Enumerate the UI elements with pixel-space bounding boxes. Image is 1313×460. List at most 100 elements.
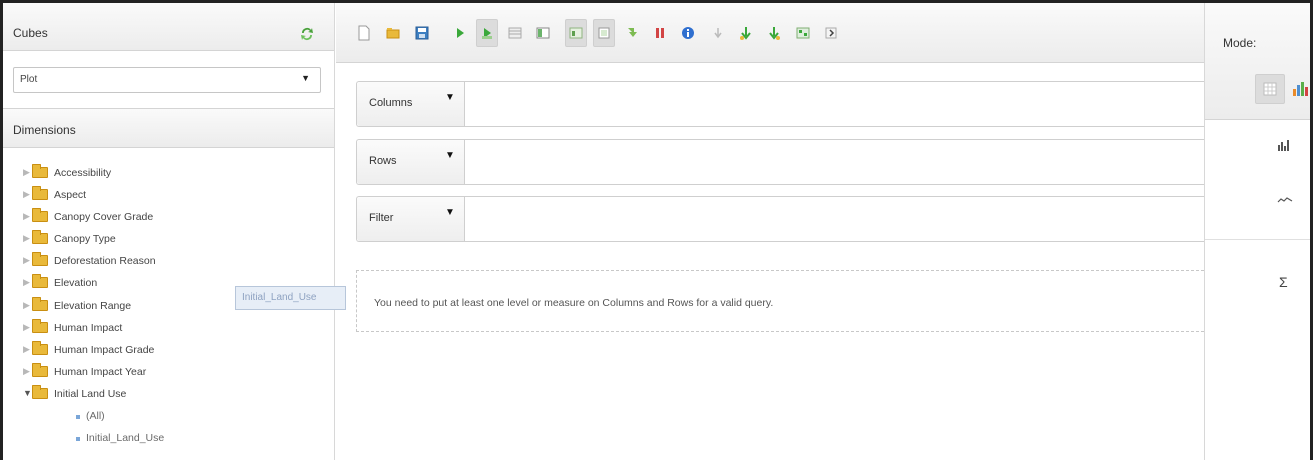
- auto-run-icon[interactable]: [476, 19, 498, 47]
- tree-item[interactable]: ▶ Human Impact Year: [3, 362, 334, 384]
- expand-arrow-icon[interactable]: ▶: [23, 366, 31, 376]
- folder-open-icon: [32, 384, 48, 399]
- table-mode-icon[interactable]: [1255, 74, 1285, 104]
- swap-axes-icon[interactable]: [621, 19, 643, 47]
- chevron-down-icon: ▼: [301, 73, 310, 83]
- run-icon[interactable]: [449, 19, 471, 47]
- toggle-fields-icon[interactable]: [504, 19, 526, 47]
- rows-label: Rows: [369, 155, 397, 167]
- tree-item[interactable]: ▶ Canopy Type: [3, 229, 334, 251]
- folder-icon: [32, 186, 48, 201]
- expand-arrow-icon[interactable]: ▶: [23, 344, 31, 354]
- columns-axis-label[interactable]: Columns ▼: [357, 82, 465, 126]
- line-chart-icon[interactable]: [1277, 195, 1293, 208]
- cube-select[interactable]: Plot ▼: [13, 67, 321, 93]
- tree-item-label: Deforestation Reason: [54, 255, 156, 268]
- refresh-cubes-icon[interactable]: [299, 26, 313, 41]
- level-bullet-icon: [76, 415, 80, 420]
- save-query-icon[interactable]: [411, 19, 433, 47]
- drag-ghost[interactable]: Initial_Land_Use: [235, 286, 346, 310]
- tree-item-label: Elevation: [54, 277, 98, 290]
- mdx-icon[interactable]: [565, 19, 587, 47]
- info-icon[interactable]: [677, 19, 699, 47]
- new-query-icon[interactable]: [353, 19, 375, 47]
- bar-chart-icon[interactable]: [1277, 139, 1291, 154]
- tree-item-label: Human Impact: [54, 321, 123, 334]
- cubes-header: Cubes: [3, 3, 334, 51]
- expand-arrow-icon[interactable]: ▶: [23, 233, 31, 243]
- non-empty-icon[interactable]: [593, 19, 615, 47]
- mode-panel: Mode: Σ: [1204, 3, 1310, 460]
- expand-arrow-icon[interactable]: ▶: [23, 322, 31, 332]
- query-area: Columns ▼ Rows ▼ Filter ▼ You need to pu…: [336, 64, 1204, 460]
- dimensions-title: Dimensions: [13, 123, 76, 137]
- tree-item-expanded[interactable]: ▼ Initial Land Use: [3, 384, 334, 406]
- folder-icon: [32, 164, 48, 178]
- results-dropzone[interactable]: You need to put at least one level or me…: [356, 270, 1204, 332]
- folder-icon: [32, 252, 48, 267]
- tree-item-label: Human Impact Grade: [54, 343, 155, 356]
- collapse-arrow-icon[interactable]: ▼: [23, 388, 32, 398]
- tree-item-label: Initial Land Use: [54, 387, 127, 400]
- tree-item-label: Human Impact Year: [54, 365, 147, 378]
- drill-across-icon[interactable]: [763, 19, 785, 47]
- tree-item[interactable]: ▶ Human Impact: [3, 318, 334, 340]
- chevron-down-icon[interactable]: ▼: [445, 207, 455, 218]
- filter-axis[interactable]: Filter ▼: [356, 196, 1204, 242]
- drill-through-icon[interactable]: [792, 19, 814, 47]
- rows-axis-label[interactable]: Rows ▼: [357, 140, 465, 184]
- left-panel: Cubes Plot ▼ Dimensions ▶ Accessibility ▶…: [3, 3, 335, 460]
- folder-icon: [32, 230, 48, 245]
- divider: [1205, 239, 1310, 240]
- folder-icon: [32, 340, 48, 355]
- rows-axis[interactable]: Rows ▼: [356, 139, 1204, 185]
- cube-select-value: Plot: [20, 74, 38, 85]
- chevron-down-icon[interactable]: ▼: [445, 92, 455, 103]
- open-query-icon[interactable]: [382, 19, 404, 47]
- tree-item-label: Aspect: [54, 189, 87, 202]
- tree-item-label: Elevation Range: [54, 299, 132, 312]
- expand-arrow-icon[interactable]: ▶: [23, 300, 31, 310]
- folder-icon: [32, 208, 48, 223]
- cubes-title: Cubes: [13, 26, 48, 40]
- dimensions-header: Dimensions: [3, 108, 334, 148]
- hide-parents-icon[interactable]: [707, 19, 729, 47]
- tree-item[interactable]: ▶ Canopy Cover Grade: [3, 207, 334, 229]
- folder-icon: [32, 296, 48, 311]
- columns-label: Columns: [369, 97, 413, 109]
- show-parents-icon[interactable]: [649, 19, 671, 47]
- level-bullet-icon: [76, 437, 80, 442]
- filter-axis-label[interactable]: Filter ▼: [357, 197, 465, 241]
- expand-arrow-icon[interactable]: ▶: [23, 255, 31, 265]
- tree-item[interactable]: ▶ Accessibility: [3, 163, 334, 185]
- tree-item[interactable]: ▶ Aspect: [3, 185, 334, 207]
- mode-title: Mode:: [1223, 36, 1257, 50]
- tree-level-label: Initial_Land_Use: [86, 432, 165, 445]
- columns-axis[interactable]: Columns ▼: [356, 81, 1204, 127]
- tree-level-label: (All): [86, 410, 105, 423]
- chart-mode-icon[interactable]: [1285, 74, 1313, 104]
- chevron-down-icon[interactable]: ▼: [445, 150, 455, 161]
- tree-item-label: Canopy Type: [54, 233, 116, 246]
- folder-icon: [32, 318, 48, 333]
- drill-down-icon[interactable]: [735, 19, 757, 47]
- folder-icon: [32, 274, 48, 289]
- tree-item-label: Accessibility: [54, 167, 112, 179]
- sum-icon[interactable]: Σ: [1279, 274, 1288, 290]
- folder-icon: [32, 362, 48, 377]
- tree-item[interactable]: ▶ Deforestation Reason: [3, 251, 334, 273]
- export-xls-icon[interactable]: [820, 19, 842, 47]
- tree-item[interactable]: ▶ Human Impact Grade: [3, 340, 334, 362]
- expand-arrow-icon[interactable]: ▶: [23, 277, 31, 287]
- filter-label: Filter: [369, 212, 394, 224]
- tree-level-item[interactable]: Initial_Land_Use: [3, 428, 334, 450]
- query-toolbar: [336, 3, 1204, 63]
- expand-arrow-icon[interactable]: ▶: [23, 189, 31, 199]
- tree-item-label: Canopy Cover Grade: [54, 211, 154, 224]
- toggle-sidebar-icon[interactable]: [532, 19, 554, 47]
- tree-level-item[interactable]: (All): [3, 406, 334, 428]
- expand-arrow-icon[interactable]: ▶: [23, 211, 31, 221]
- empty-query-message: You need to put at least one level or me…: [374, 297, 774, 309]
- mode-header: Mode:: [1205, 3, 1310, 120]
- expand-arrow-icon[interactable]: ▶: [23, 167, 31, 177]
